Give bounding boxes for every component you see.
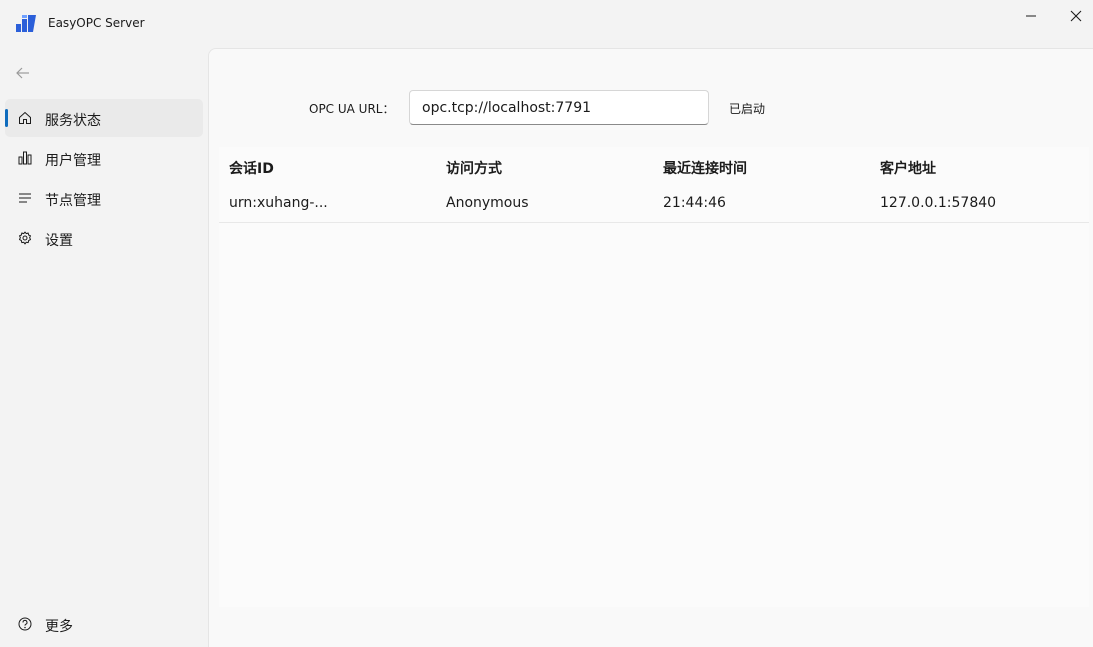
close-button[interactable] (1053, 0, 1093, 32)
sidebar-item-label: 更多 (45, 619, 73, 635)
home-icon (19, 111, 31, 124)
column-header-client-address: 客户地址 (880, 161, 936, 177)
minimize-icon (1026, 15, 1036, 17)
gear-icon (19, 231, 31, 245)
close-icon (1070, 10, 1082, 22)
sidebar-item-label: 用户管理 (45, 153, 101, 169)
app-logo-icon (16, 15, 36, 32)
sidebar-item-label: 节点管理 (45, 193, 101, 209)
sidebar-item-node-management[interactable]: 节点管理 (5, 179, 203, 217)
sidebar-item-settings[interactable]: 设置 (5, 219, 203, 257)
sidebar-item-label: 设置 (45, 233, 73, 249)
arrow-left-icon (16, 67, 29, 79)
column-header-access-mode: 访问方式 (446, 161, 502, 177)
sidebar-item-service-status[interactable]: 服务状态 (5, 99, 203, 137)
url-input[interactable] (409, 90, 709, 125)
minimize-button[interactable] (1008, 0, 1054, 32)
column-header-session-id: 会话ID (229, 161, 274, 177)
url-label: OPC UA URL： (309, 102, 395, 116)
table-header: 会话ID 访问方式 最近连接时间 客户地址 (219, 147, 1089, 187)
cell-client-address: 127.0.0.1:57840 (880, 195, 997, 211)
title-bar: EasyOPC Server (0, 0, 1093, 48)
back-button[interactable] (8, 58, 38, 88)
main-content: OPC UA URL： 已启动 会话ID 访问方式 最近连接时间 客户地址 ur… (208, 48, 1093, 647)
cell-last-connect-time: 21:44:46 (663, 195, 726, 211)
bar-chart-icon (18, 151, 32, 165)
sidebar-item-more[interactable]: 更多 (5, 605, 203, 643)
table-row[interactable]: urn:xuhang-... Anonymous 21:44:46 127.0.… (219, 185, 1089, 223)
cell-access-mode: Anonymous (446, 195, 529, 211)
column-header-last-connect-time: 最近连接时间 (663, 161, 747, 177)
sidebar-item-user-management[interactable]: 用户管理 (5, 139, 203, 177)
sidebar-item-label: 服务状态 (45, 113, 101, 129)
window-title: EasyOPC Server (48, 16, 145, 30)
active-indicator (5, 109, 8, 127)
list-icon (19, 193, 31, 203)
status-text: 已启动 (729, 102, 766, 116)
app-window: EasyOPC Server 服务状态 用户管理 节点管理 设置 更多 OPC … (0, 0, 1093, 647)
help-icon (18, 617, 32, 631)
cell-session-id: urn:xuhang-... (229, 195, 328, 211)
sessions-table: 会话ID 访问方式 最近连接时间 客户地址 urn:xuhang-... Ano… (219, 147, 1089, 607)
